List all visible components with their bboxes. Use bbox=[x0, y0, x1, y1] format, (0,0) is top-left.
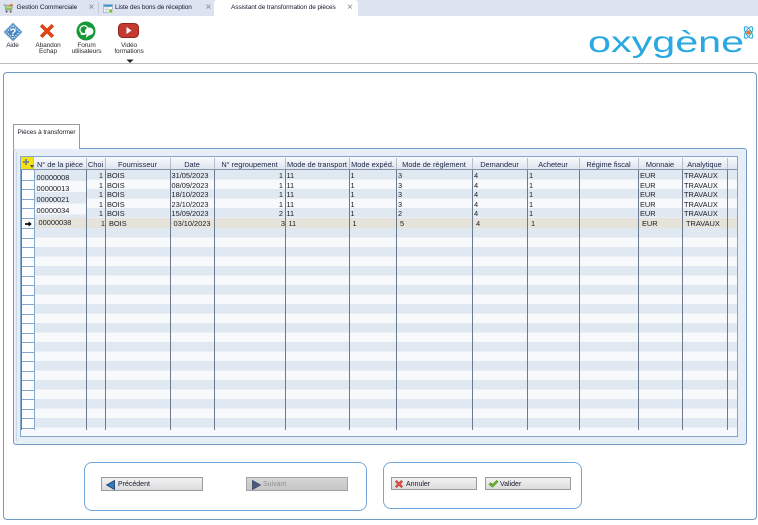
svg-text:?: ? bbox=[10, 26, 17, 38]
